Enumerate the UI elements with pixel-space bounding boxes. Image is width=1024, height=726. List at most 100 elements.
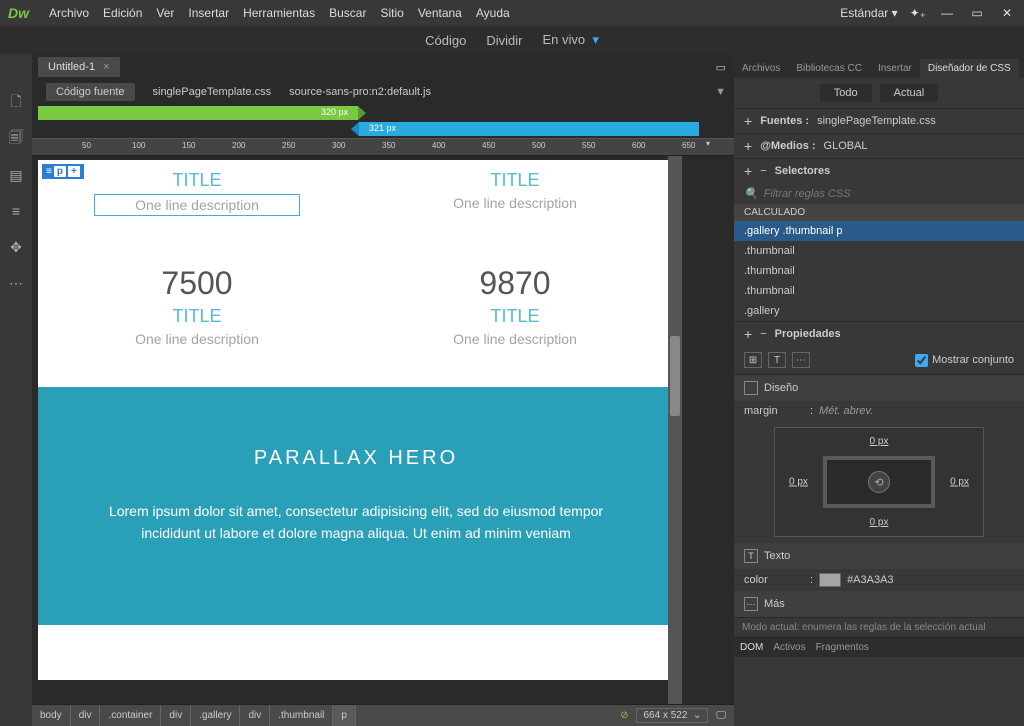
view-split[interactable]: Dividir (486, 33, 522, 48)
live-canvas[interactable]: ≡ p + TITLE One line description TITLE O… (38, 160, 674, 680)
crumb-gallery[interactable]: .gallery (191, 705, 240, 726)
add-property-icon[interactable]: + (744, 326, 752, 342)
subtab-actual[interactable]: Actual (880, 84, 939, 102)
minimize-button[interactable]: — (938, 6, 956, 20)
margin-left[interactable]: 0 px (789, 477, 808, 488)
hamburger-icon[interactable]: ≡ (46, 166, 52, 177)
add-source-icon[interactable]: + (744, 113, 752, 129)
remove-selector-icon[interactable]: − (760, 165, 766, 177)
text-cat-icon[interactable]: T (768, 352, 786, 368)
tab-archivos[interactable]: Archivos (734, 59, 788, 78)
margin-shorthand[interactable]: Mét. abrev. (819, 405, 873, 417)
show-set-input[interactable] (915, 354, 928, 367)
code-icon[interactable]: ▤ (7, 166, 25, 184)
margin-row[interactable]: margin : Mét. abrev. (734, 401, 1024, 421)
propiedades-row[interactable]: + − Propiedades (734, 321, 1024, 346)
related-css[interactable]: singlePageTemplate.css (153, 86, 272, 98)
color-swatch[interactable] (819, 573, 841, 587)
selectores-row[interactable]: + − Selectores (734, 158, 1024, 183)
source-code-button[interactable]: Código fuente (46, 83, 135, 101)
media-query-321[interactable]: 321 px (359, 122, 699, 136)
thumbnail-2[interactable]: TITLE One line description (376, 170, 654, 215)
element-badge[interactable]: ≡ p + (42, 164, 84, 179)
add-element-icon[interactable]: + (68, 166, 80, 177)
files-icon[interactable]: 🗐 (7, 130, 25, 148)
selector-row[interactable]: .gallery .thumbnail p (734, 221, 1024, 241)
margin-right[interactable]: 0 px (950, 477, 969, 488)
crumb-thumbnail[interactable]: .thumbnail (270, 705, 333, 726)
thumbnail-1[interactable]: TITLE One line description (58, 170, 336, 215)
tab-dom[interactable]: DOM (740, 642, 763, 653)
crumb-div[interactable]: div (71, 705, 101, 726)
menu-herramientas[interactable]: Herramientas (243, 6, 315, 20)
canvas-dimensions[interactable]: 664 x 522 ⌄ (636, 708, 708, 723)
view-code[interactable]: Código (425, 33, 466, 48)
more-icon[interactable]: ⋯ (7, 274, 25, 292)
selector-row[interactable]: .gallery (734, 301, 1024, 321)
document-tab[interactable]: Untitled-1 × (38, 57, 120, 77)
close-tab-icon[interactable]: × (103, 61, 109, 73)
scrub-handle-icon[interactable]: ▾ (706, 139, 720, 153)
add-selector-icon[interactable]: + (744, 163, 752, 179)
close-button[interactable]: ✕ (998, 6, 1016, 20)
tab-fragmentos[interactable]: Fragmentos (816, 642, 869, 653)
crumb-p[interactable]: p (333, 705, 356, 726)
subtab-todo[interactable]: Todo (820, 84, 872, 102)
crumb-div[interactable]: div (161, 705, 191, 726)
medios-row[interactable]: + @Medios : GLOBAL (734, 133, 1024, 158)
crumb-div[interactable]: div (240, 705, 270, 726)
thumbnail-4[interactable]: 9870 TITLE One line description (376, 265, 654, 347)
menu-buscar[interactable]: Buscar (329, 6, 366, 20)
margin-bottom[interactable]: 0 px (870, 517, 889, 528)
tab-bibliotecas[interactable]: Bibliotecas CC (788, 59, 870, 78)
menu-archivo[interactable]: Archivo (49, 6, 89, 20)
menu-ventana[interactable]: Ventana (418, 6, 462, 20)
crumb-body[interactable]: body (32, 705, 71, 726)
scrollbar-thumb[interactable] (670, 336, 680, 416)
thumbnail-3[interactable]: 7500 TITLE One line description (58, 265, 336, 347)
more-cat-icon[interactable]: ⋯ (792, 352, 810, 368)
canvas-scrollbar[interactable] (668, 156, 682, 704)
link-values-icon[interactable]: ⟲ (868, 471, 890, 493)
mas-header[interactable]: ⋯ Más (734, 591, 1024, 617)
menu-ayuda[interactable]: Ayuda (476, 6, 510, 20)
menu-ver[interactable]: Ver (156, 6, 174, 20)
menu-edicion[interactable]: Edición (103, 6, 142, 20)
menu-sitio[interactable]: Sitio (380, 6, 403, 20)
tab-activos[interactable]: Activos (773, 642, 805, 653)
device-icon[interactable]: 🖵 (716, 710, 726, 721)
selector-row[interactable]: .thumbnail (734, 241, 1024, 261)
status-ok-icon[interactable]: ⊘ (620, 710, 628, 721)
add-media-icon[interactable]: + (744, 138, 752, 154)
tab-insertar[interactable]: Insertar (870, 59, 920, 78)
margin-visualizer[interactable]: 0 px 0 px 0 px 0 px ⟲ (774, 427, 984, 537)
tab-css-designer[interactable]: Diseñador de CSS (920, 59, 1019, 78)
crumb-container[interactable]: .container (100, 705, 161, 726)
texto-header[interactable]: T Texto (734, 543, 1024, 569)
sync-icon[interactable]: ✦₊ (910, 6, 926, 20)
layout-cat-icon[interactable]: ⊞ (744, 352, 762, 368)
selector-row[interactable]: .thumbnail (734, 261, 1024, 281)
media-query-320[interactable]: 320 px (38, 106, 358, 120)
workspace-switcher[interactable]: Estándar ▾ (840, 6, 897, 20)
thumb-desc-selected[interactable]: One line description (95, 195, 299, 215)
diseno-header[interactable]: Diseño (734, 375, 1024, 401)
remove-property-icon[interactable]: − (760, 328, 766, 340)
window-options-icon[interactable]: ▭ (716, 61, 726, 74)
maximize-button[interactable]: ▭ (968, 6, 986, 20)
view-live[interactable]: En vivo ▾ (542, 32, 598, 48)
filter-selectors[interactable]: 🔍 Filtrar reglas CSS (734, 183, 1024, 204)
selector-row[interactable]: .thumbnail (734, 281, 1024, 301)
list-icon[interactable]: ≡ (7, 202, 25, 220)
file-icon[interactable]: 🗋 (7, 94, 25, 112)
margin-top[interactable]: 0 px (870, 436, 889, 447)
fuentes-row[interactable]: + Fuentes : singlePageTemplate.css (734, 108, 1024, 133)
related-js[interactable]: source-sans-pro:n2:default.js (289, 86, 431, 98)
filter-icon[interactable]: ▼ (715, 86, 726, 98)
move-icon[interactable]: ✥ (7, 238, 25, 256)
color-row[interactable]: color : #A3A3A3 (734, 569, 1024, 591)
show-set-checkbox[interactable]: Mostrar conjunto (915, 354, 1014, 367)
color-value[interactable]: #A3A3A3 (847, 574, 893, 586)
menu-insertar[interactable]: Insertar (188, 6, 229, 20)
parallax-hero[interactable]: PARALLAX HERO Lorem ipsum dolor sit amet… (38, 387, 674, 625)
